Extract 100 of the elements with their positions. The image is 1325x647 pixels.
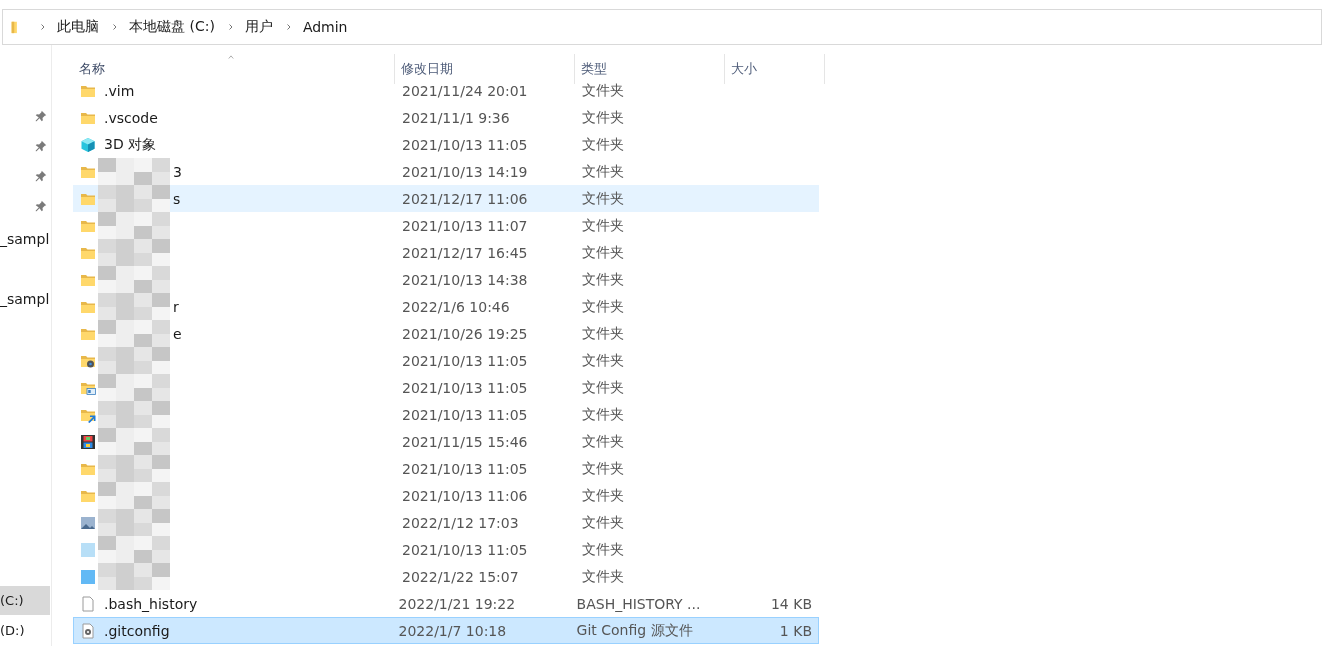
file-icon bbox=[80, 595, 96, 612]
breadcrumb[interactable]: 此电脑 bbox=[57, 18, 99, 36]
file-name: .bash_history bbox=[104, 595, 198, 612]
pixelated-patch bbox=[98, 320, 170, 347]
column-header[interactable]: 名称 bbox=[73, 54, 395, 84]
file-name: e bbox=[173, 325, 182, 342]
size-cell-text: 1 KB bbox=[778, 622, 813, 639]
date-cell-text: 2022/1/6 10:46 bbox=[401, 298, 511, 315]
breadcrumb[interactable]: 本地磁盘 (C:) bbox=[129, 18, 215, 36]
column-header[interactable]: 大小 bbox=[725, 54, 825, 84]
type-cell-text: 文件夹 bbox=[581, 162, 625, 181]
file-row[interactable]: .bash_history 2022/1/21 19:22 BASH_HISTORY ... 14 KB bbox=[73, 590, 819, 617]
file-name: s bbox=[173, 190, 181, 207]
file-row[interactable]: 2021/10/13 11:07 文件夹 bbox=[73, 212, 819, 239]
file-row[interactable]: e 2021/10/26 19:25 文件夹 bbox=[73, 320, 819, 347]
pixelated-patch bbox=[98, 401, 170, 428]
file-row[interactable]: .gitconfig 2022/1/7 10:18 Git Config 源文件 1 KB bbox=[73, 617, 819, 644]
pixelated-patch bbox=[98, 374, 170, 401]
file-name: r bbox=[173, 298, 179, 315]
size-cell-text: 14 KB bbox=[769, 595, 813, 612]
pixelated-patch bbox=[98, 212, 170, 239]
chevron-right-icon bbox=[226, 22, 235, 32]
date-cell-text: 2022/1/21 19:22 bbox=[397, 595, 517, 612]
type-cell-text: 文件夹 bbox=[581, 108, 625, 127]
type-cell-text: Git Config 源文件 bbox=[575, 621, 694, 640]
file-row[interactable]: 2021/10/13 11:06 文件夹 bbox=[73, 482, 819, 509]
pixelated-patch bbox=[98, 347, 170, 374]
date-cell-text: 2021/10/13 11:05 bbox=[401, 541, 529, 558]
breadcrumb[interactable]: 用户 bbox=[244, 18, 273, 36]
file-name: 3D 对象 bbox=[104, 135, 157, 154]
date-cell-text: 2022/1/12 17:03 bbox=[401, 514, 520, 531]
file-row[interactable]: 2021/10/13 11:05 文件夹 bbox=[73, 374, 819, 401]
pixelated-patch bbox=[98, 293, 170, 320]
date-cell-text: 2021/11/1 9:36 bbox=[401, 109, 511, 126]
file-row[interactable]: 3D 对象 2021/10/13 11:05 文件夹 bbox=[73, 131, 819, 158]
date-cell-text: 2021/10/13 11:06 bbox=[401, 487, 529, 504]
file-row[interactable]: 2021/10/13 11:05 文件夹 bbox=[73, 536, 819, 563]
type-cell-text: 文件夹 bbox=[581, 243, 625, 262]
pixelated-patch bbox=[98, 455, 170, 482]
type-cell-text: 文件夹 bbox=[581, 324, 625, 343]
column-header[interactable]: 修改日期 bbox=[395, 54, 575, 84]
date-cell-text: 2021/11/15 15:46 bbox=[401, 433, 529, 450]
date-cell-text: 2021/10/13 11:05 bbox=[401, 460, 529, 477]
type-cell-text: 文件夹 bbox=[581, 351, 625, 370]
pin-icon bbox=[35, 110, 47, 122]
file-name: .vscode bbox=[104, 109, 158, 126]
pixelated-patch bbox=[98, 185, 170, 212]
date-cell-text: 2021/10/13 11:05 bbox=[401, 406, 529, 423]
nav-item[interactable]: _sampl bbox=[0, 229, 50, 249]
type-cell-text: 文件夹 bbox=[581, 189, 625, 208]
pin-icon bbox=[35, 140, 47, 152]
date-cell-text: 2021/10/13 11:05 bbox=[401, 352, 529, 369]
date-cell-text: 2021/12/17 16:45 bbox=[401, 244, 529, 261]
file-row[interactable]: 2021/10/13 11:05 文件夹 bbox=[73, 455, 819, 482]
file-row[interactable]: 2021/10/13 11:05 文件夹 bbox=[73, 401, 819, 428]
type-cell-text: 文件夹 bbox=[581, 216, 625, 235]
picture-icon bbox=[80, 514, 96, 531]
date-cell-text: 2021/10/13 11:05 bbox=[401, 136, 529, 153]
file-row[interactable]: .vscode 2021/11/1 9:36 文件夹 bbox=[73, 104, 819, 131]
pixelated-patch bbox=[98, 158, 170, 185]
pixelated-patch bbox=[98, 482, 170, 509]
type-cell-text: 文件夹 bbox=[581, 405, 625, 424]
sort-caret-icon bbox=[226, 54, 236, 60]
type-cell-text: 文件夹 bbox=[581, 567, 625, 586]
date-cell-text: 2021/10/13 11:07 bbox=[401, 217, 529, 234]
file-row[interactable]: 2021/10/13 11:05 文件夹 bbox=[73, 347, 819, 374]
type-cell-text: 文件夹 bbox=[581, 540, 625, 559]
date-cell-text: 2021/12/17 11:06 bbox=[401, 190, 529, 207]
file-name: .vim bbox=[104, 82, 135, 99]
file-row[interactable]: 2021/12/17 16:45 文件夹 bbox=[73, 239, 819, 266]
pixelated-patch bbox=[98, 428, 170, 455]
chevron-right-icon bbox=[111, 22, 119, 32]
file-row[interactable]: r 2022/1/6 10:46 文件夹 bbox=[73, 293, 819, 320]
nav-item[interactable]: (D:) bbox=[0, 616, 50, 645]
type-cell-text: 文件夹 bbox=[581, 297, 625, 316]
file-row[interactable]: 2022/1/22 15:07 文件夹 bbox=[73, 563, 819, 590]
column-header[interactable]: 类型 bbox=[575, 54, 725, 84]
pixelated-patch bbox=[98, 509, 170, 536]
tile-icon bbox=[80, 568, 96, 585]
type-cell-text: 文件夹 bbox=[581, 513, 625, 532]
pixelated-patch bbox=[98, 266, 170, 293]
file-row[interactable]: 2021/11/15 15:46 文件夹 bbox=[73, 428, 819, 455]
file-row[interactable]: 2021/10/13 14:38 文件夹 bbox=[73, 266, 819, 293]
date-cell-text: 2021/10/13 14:19 bbox=[401, 163, 529, 180]
date-cell-text: 2022/1/7 10:18 bbox=[397, 622, 508, 639]
breadcrumb[interactable]: Admin bbox=[302, 19, 348, 35]
pixelated-patch bbox=[98, 563, 170, 590]
file-row[interactable]: s 2021/12/17 11:06 文件夹 bbox=[73, 185, 819, 212]
type-cell-text: 文件夹 bbox=[581, 270, 625, 289]
type-cell-text: 文件夹 bbox=[581, 135, 625, 154]
type-cell-text: 文件夹 bbox=[581, 486, 625, 505]
address-bar[interactable]: 此电脑 本地磁盘 (C:) 用户 Admin bbox=[2, 9, 1322, 45]
nav-item[interactable]: (C:) bbox=[0, 586, 50, 615]
type-cell-text: BASH_HISTORY ... bbox=[575, 595, 702, 612]
nav-item[interactable]: _sampl bbox=[0, 289, 50, 309]
type-cell-text: 文件夹 bbox=[581, 432, 625, 451]
chevron-right-icon bbox=[284, 22, 293, 32]
file-row[interactable]: 2022/1/12 17:03 文件夹 bbox=[73, 509, 819, 536]
settings-file-icon bbox=[80, 622, 96, 639]
file-row[interactable]: 3 2021/10/13 14:19 文件夹 bbox=[73, 158, 819, 185]
